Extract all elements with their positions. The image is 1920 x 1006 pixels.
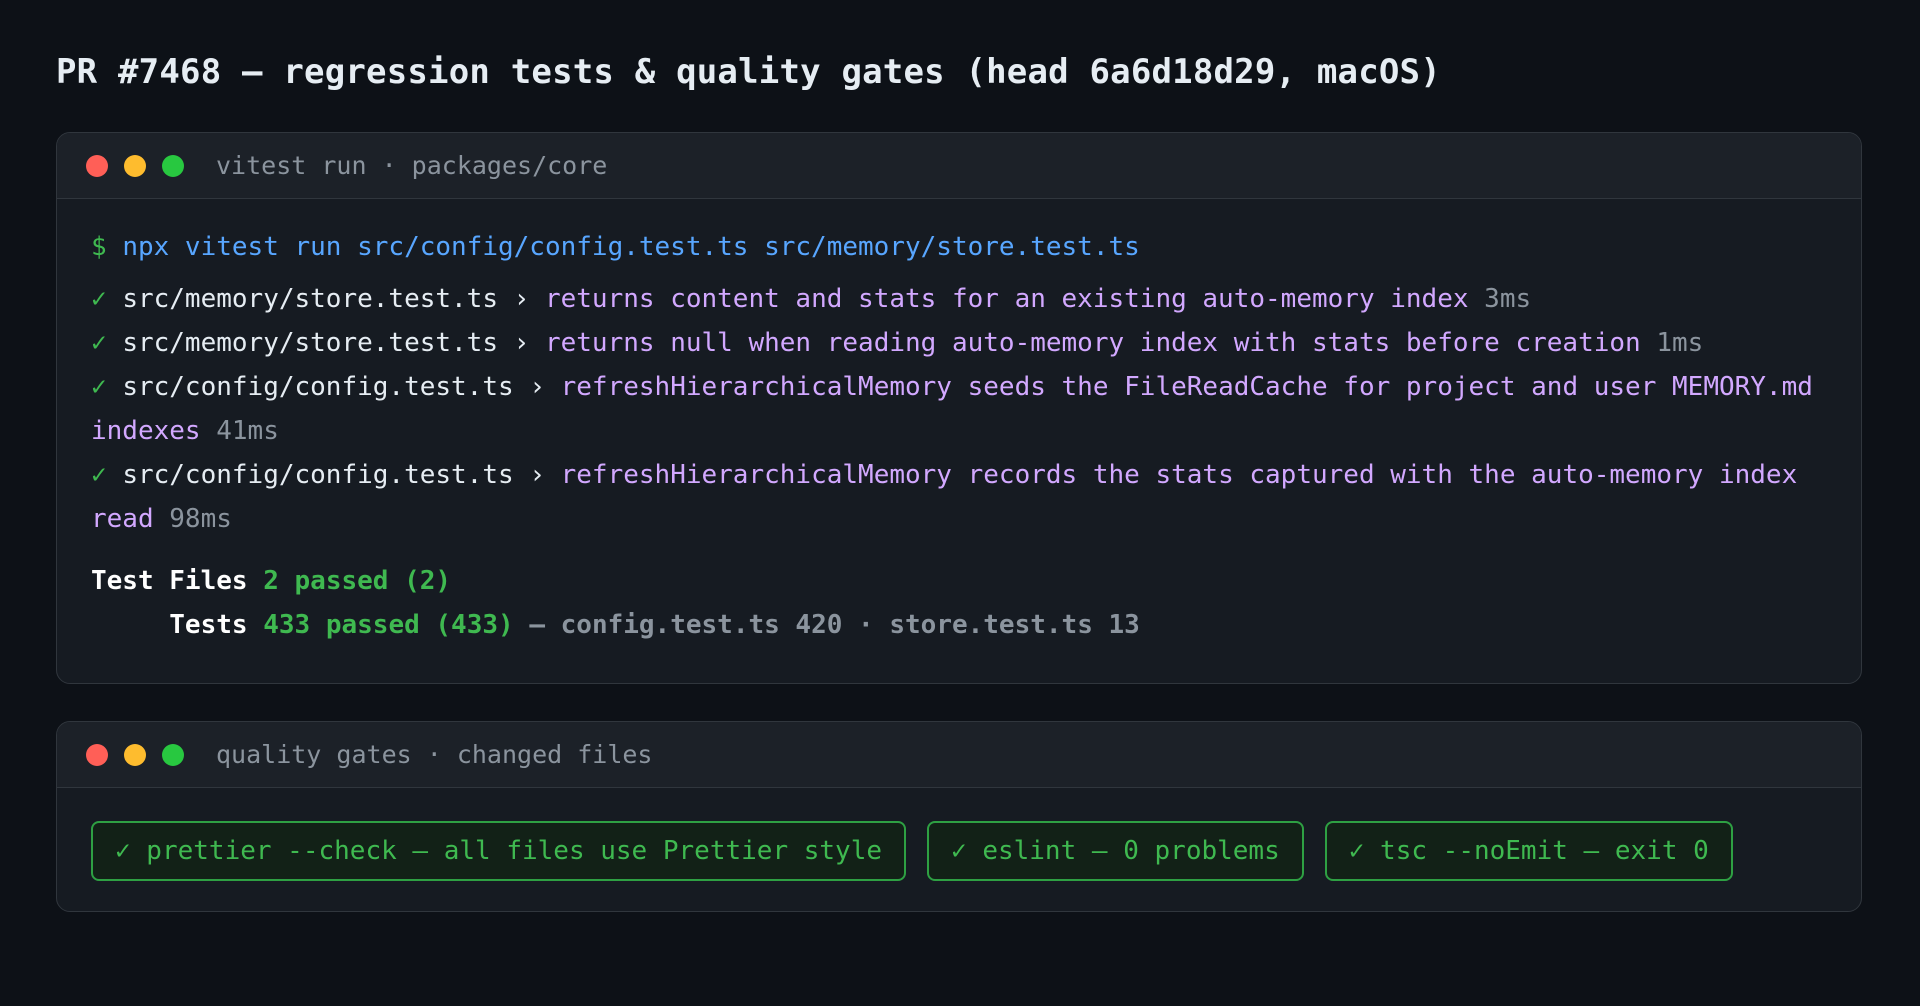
test-file: src/memory/store.test.ts xyxy=(122,328,498,358)
check-icon: ✓ xyxy=(91,328,107,358)
chevron-right-icon: › xyxy=(529,460,545,490)
summary-tests-row: Tests 433 passed (433) — config.test.ts … xyxy=(91,603,1827,647)
chevron-right-icon: › xyxy=(513,284,530,314)
test-name: returns content and stats for an existin… xyxy=(544,284,1469,314)
gates-title: quality gates · changed files xyxy=(216,740,653,769)
gate-badge-eslint: ✓ eslint — 0 problems xyxy=(927,821,1304,881)
test-name: returns null when reading auto-memory in… xyxy=(544,328,1641,358)
tests-count: 433 passed (433) xyxy=(263,610,514,640)
minimize-window-dot[interactable] xyxy=(124,743,146,766)
test-result-row: ✓ src/memory/store.test.ts › returns nul… xyxy=(91,321,1827,365)
test-result-row: ✓ src/memory/store.test.ts › returns con… xyxy=(91,277,1827,321)
terminal-title: vitest run · packages/core xyxy=(216,151,608,180)
close-window-dot[interactable] xyxy=(86,154,108,177)
gate-badge-prettier: ✓ prettier --check — all files use Prett… xyxy=(91,821,907,881)
test-duration: 98ms xyxy=(169,504,232,534)
vitest-terminal-panel: vitest run · packages/core $ npx vitest … xyxy=(56,132,1862,684)
gates-body: ✓ prettier --check — all files use Prett… xyxy=(57,788,1861,881)
tests-label: Tests xyxy=(169,610,248,640)
check-icon: ✓ xyxy=(91,460,107,490)
test-summary: Test Files 2 passed (2) Tests 433 passed… xyxy=(91,559,1827,647)
tests-breakdown: — config.test.ts 420 · store.test.ts 13 xyxy=(529,610,1140,640)
test-result-row: ✓ src/config/config.test.ts › refreshHie… xyxy=(91,453,1827,541)
gates-title-bar: quality gates · changed files xyxy=(57,722,1861,788)
gate-badge-tsc: ✓ tsc --noEmit — exit 0 xyxy=(1324,821,1733,881)
terminal-output: $ npx vitest run src/config/config.test.… xyxy=(57,199,1861,647)
test-file: src/config/config.test.ts xyxy=(122,372,514,402)
terminal-title-bar: vitest run · packages/core xyxy=(57,133,1861,199)
test-file: src/config/config.test.ts xyxy=(122,460,514,490)
chevron-right-icon: › xyxy=(513,328,530,358)
chevron-right-icon: › xyxy=(529,372,545,402)
close-window-dot[interactable] xyxy=(86,743,108,766)
test-file: src/memory/store.test.ts xyxy=(122,284,498,314)
maximize-window-dot[interactable] xyxy=(162,743,184,766)
test-duration: 3ms xyxy=(1484,284,1532,314)
check-icon: ✓ xyxy=(91,284,107,314)
summary-files-row: Test Files 2 passed (2) xyxy=(91,559,1827,603)
test-duration: 1ms xyxy=(1656,328,1704,358)
test-duration: 41ms xyxy=(216,416,279,446)
test-files-count: 2 passed (2) xyxy=(263,566,452,596)
gates-list: ✓ prettier --check — all files use Prett… xyxy=(91,788,1827,881)
command-text: npx vitest run src/config/config.test.ts… xyxy=(122,232,1140,262)
shell-prompt: $ xyxy=(91,232,107,262)
maximize-window-dot[interactable] xyxy=(162,154,184,177)
minimize-window-dot[interactable] xyxy=(124,154,146,177)
command-line: $ npx vitest run src/config/config.test.… xyxy=(91,225,1827,269)
page-title: PR #7468 — regression tests & quality ga… xyxy=(56,52,1441,92)
quality-gates-panel: quality gates · changed files ✓ prettier… xyxy=(56,721,1862,912)
test-result-row: ✓ src/config/config.test.ts › refreshHie… xyxy=(91,365,1827,453)
test-files-label: Test Files xyxy=(91,566,248,596)
check-icon: ✓ xyxy=(91,372,107,402)
